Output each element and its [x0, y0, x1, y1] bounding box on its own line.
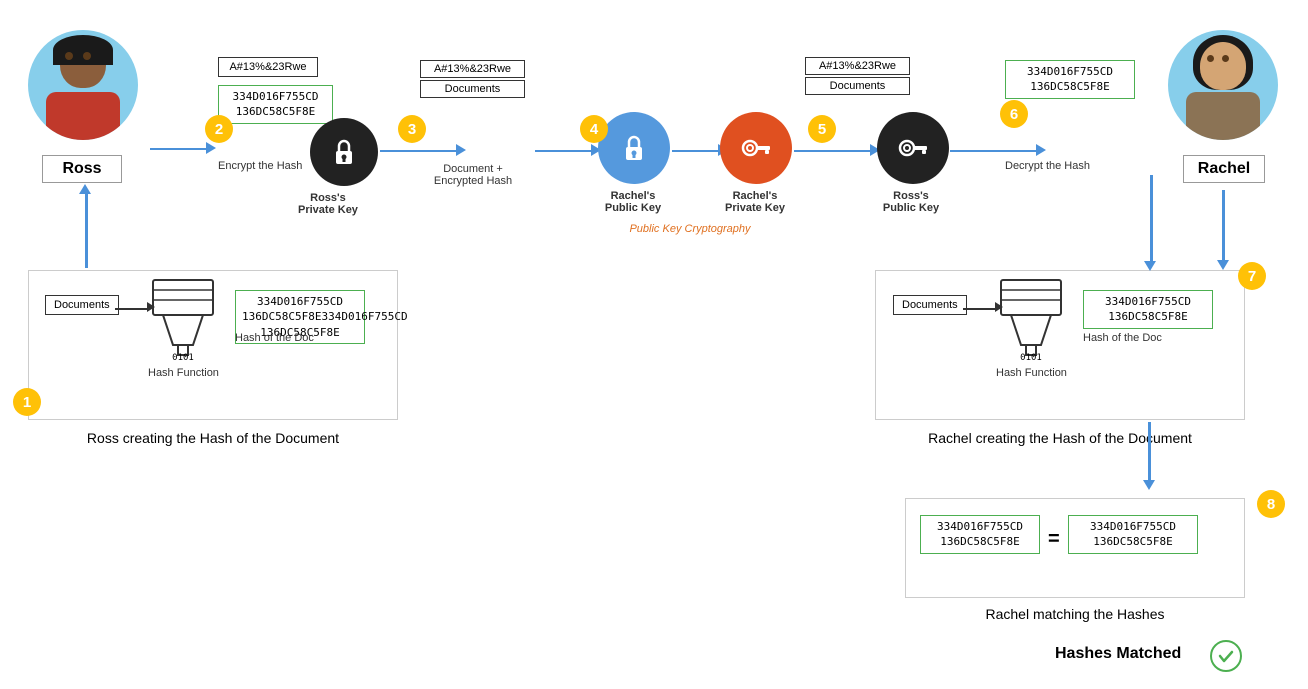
decrypt-label: Decrypt the Hash: [1005, 160, 1090, 172]
arrow-ross-lock-head: [206, 142, 216, 154]
arrow-step5: [794, 150, 874, 152]
arrow-lock-mid-head: [456, 144, 466, 156]
arrow-rachel-doc-funnel: [963, 308, 998, 310]
ross-hash-funnel: 0101: [148, 275, 218, 370]
ross-private-key-label: Ross'sPrivate Key: [298, 192, 358, 216]
arrow-to-matching: [1148, 422, 1151, 482]
arrow-doc-to-funnel: [115, 308, 150, 310]
arrow-to-rachel-down: [1222, 190, 1225, 262]
encrypted-hash-box: A#13%&23Rwe: [218, 57, 318, 77]
top-hash-box: 334D016F755CD136DC58C5F8E: [218, 85, 333, 124]
diagram: { "title": "Digital Signature Process", …: [0, 0, 1308, 689]
step1-circle: 1: [13, 388, 41, 416]
rachel-hash-function-label: Hash Function: [996, 367, 1067, 379]
ross-doc-label: Documents: [45, 295, 119, 315]
step5-circle: 5: [808, 115, 836, 143]
step8-circle: 8: [1257, 490, 1285, 518]
rachel-hash-value: 334D016F755CD136DC58C5F8E: [1083, 290, 1213, 329]
matching-hash-left: 334D016F755CD136DC58C5F8E: [920, 515, 1040, 554]
decrypt-hash-box: 334D016F755CD136DC58C5F8E: [1005, 60, 1135, 99]
rachel-doc-label: Documents: [893, 295, 967, 315]
rachel-hash-of-doc-label: Hash of the Doc: [1083, 332, 1162, 344]
rachel-matching-label: Rachel matching the Hashes: [905, 606, 1245, 622]
rachel-hash-funnel: 0101: [996, 275, 1066, 370]
rachel-creating-label: Rachel creating the Hash of the Document: [875, 430, 1245, 446]
ross-public-key-icon: [877, 112, 949, 184]
step6-circle: 6: [1000, 100, 1028, 128]
equals-sign: =: [1048, 528, 1060, 551]
rachel-private-key-icon: [720, 112, 792, 184]
rachel-label: Rachel: [1183, 155, 1265, 183]
matching-hash-right: 334D016F755CD136DC58C5F8E: [1068, 515, 1198, 554]
arrow-up-to-ross: [85, 190, 88, 268]
arrow-up-head: [79, 184, 91, 194]
step5-doc-box: A#13%&23Rwe Documents: [805, 57, 910, 95]
ross-private-key-icon: [310, 118, 378, 186]
rachel-private-key-label: Rachel'sPrivate Key: [710, 190, 800, 214]
encrypt-label: Encrypt the Hash: [218, 160, 302, 172]
ross-label: Ross: [42, 155, 122, 183]
hashes-matched-label: Hashes Matched: [1055, 645, 1181, 663]
ross-creating-label: Ross creating the Hash of the Document: [28, 430, 398, 446]
arrow-lock-to-mid: [380, 150, 460, 152]
checkmark-icon: [1210, 640, 1242, 672]
rachel-avatar: [1168, 30, 1278, 140]
arrow-step6-head: [1036, 144, 1046, 156]
arrow-rachel-vertical: [1150, 175, 1153, 265]
svg-text:0101: 0101: [1020, 353, 1042, 363]
step3-circle: 3: [398, 115, 426, 143]
rachel-public-key-icon: [598, 112, 670, 184]
svg-text:0101: 0101: [172, 353, 194, 363]
doc-encrypted-box: A#13%&23Rwe Documents: [420, 60, 525, 98]
arrow-pub-to-priv: [672, 150, 722, 152]
hash-function-label: Hash Function: [148, 367, 219, 379]
step2-circle: 2: [205, 115, 233, 143]
ross-avatar: [28, 30, 138, 140]
arrow-to-rachel-pub: [535, 150, 595, 152]
arrow-rachel-vert-head: [1144, 261, 1156, 271]
public-key-crypto-label: Public Key Cryptography: [580, 223, 800, 235]
ross-public-key-label: Ross'sPublic Key: [866, 190, 956, 214]
hash-of-doc-label: Hash of the Doc: [235, 332, 314, 344]
arrow-ross-to-lock: [150, 148, 210, 150]
step7-circle: 7: [1238, 262, 1266, 290]
rachel-public-key-label: Rachel'sPublic Key: [588, 190, 678, 214]
doc-encrypted-label: Document +Encrypted Hash: [408, 163, 538, 187]
arrow-step6: [950, 150, 1040, 152]
step4-circle: 4: [580, 115, 608, 143]
